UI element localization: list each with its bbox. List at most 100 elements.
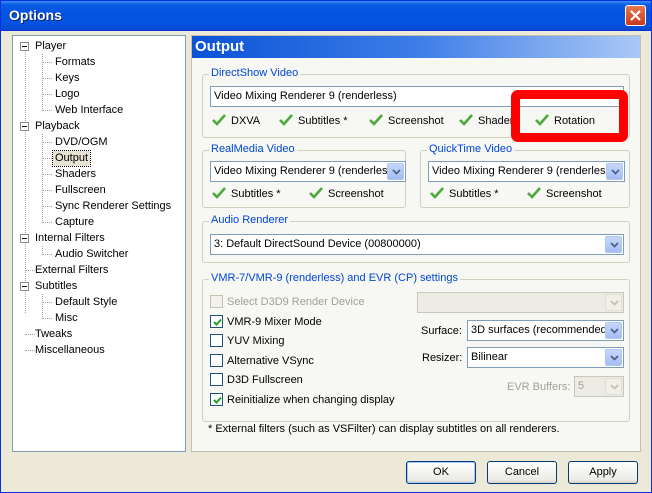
resizer-value: Bilinear (471, 351, 508, 363)
subtitles-capability: Subtitles * (278, 113, 348, 129)
collapse-icon[interactable] (20, 234, 29, 243)
dxva-capability: DXVA (211, 113, 260, 129)
tree-item-fullscreen[interactable]: Fullscreen (53, 183, 108, 198)
screenshot-label: Screenshot (388, 115, 444, 127)
tree-item-external-filters[interactable]: External Filters (33, 263, 110, 278)
d3d-fullscreen-checkbox[interactable]: D3D Fullscreen (210, 372, 303, 388)
tree-item-keys[interactable]: Keys (53, 71, 81, 86)
realmedia-subtitles-label: Subtitles * (231, 188, 281, 200)
yuv-mixing-label: YUV Mixing (227, 335, 285, 347)
yuv-mixing-checkbox[interactable]: YUV Mixing (210, 333, 284, 349)
quicktime-screenshot-capability: Screenshot (526, 186, 602, 202)
resizer-label: Resizer: (422, 352, 463, 364)
realmedia-group: RealMedia Video Video Mixing Renderer 9 … (202, 143, 406, 208)
realmedia-screenshot-label: Screenshot (328, 188, 384, 200)
quicktime-screenshot-label: Screenshot (546, 188, 602, 200)
apply-button[interactable]: Apply (568, 461, 638, 484)
cancel-button[interactable]: Cancel (487, 461, 557, 484)
reinitialize-display-checkbox[interactable]: Reinitialize when changing display (210, 392, 395, 408)
d3d-fullscreen-label: D3D Fullscreen (227, 374, 303, 386)
collapse-icon[interactable] (20, 122, 29, 131)
tree-item-misc[interactable]: Misc (53, 311, 80, 326)
tree-item-web-interface[interactable]: Web Interface (53, 103, 125, 118)
tree-item-formats[interactable]: Formats (53, 55, 97, 70)
realmedia-screenshot-capability: Screenshot (308, 186, 384, 202)
checkmark-icon (430, 187, 444, 199)
screenshot-capability: Screenshot (368, 113, 444, 129)
tree-item-logo[interactable]: Logo (53, 87, 81, 102)
checkmark-icon (309, 187, 323, 199)
tree-item-internal-filters[interactable]: Internal Filters (33, 231, 107, 246)
vmr-settings-group: VMR-7/VMR-9 (renderless) and EVR (CP) se… (202, 272, 630, 422)
audio-renderer-value: 3: Default DirectSound Device (00800000) (214, 238, 421, 250)
surface-select[interactable]: 3D surfaces (recommended) (467, 320, 624, 341)
checkmark-icon (212, 114, 226, 126)
checkmark-icon (527, 187, 541, 199)
quicktime-subtitles-label: Subtitles * (449, 188, 499, 200)
collapse-icon[interactable] (20, 42, 29, 51)
window-title: Options (9, 7, 62, 23)
alternative-vsync-checkbox[interactable]: Alternative VSync (210, 353, 314, 369)
shaders-capability: Shaders (458, 113, 518, 129)
select-d3d9-device-checkbox[interactable]: Select D3D9 Render Device (210, 294, 365, 310)
collapse-icon[interactable] (20, 282, 29, 291)
audio-renderer-group: Audio Renderer 3: Default DirectSound De… (202, 214, 630, 263)
realmedia-subtitles-capability: Subtitles * (211, 186, 281, 202)
tree-item-dvd-ogm[interactable]: DVD/OGM (53, 135, 110, 150)
subtitles-label: Subtitles * (298, 115, 348, 127)
vmr9-mixer-mode-label: VMR-9 Mixer Mode (227, 316, 322, 328)
tree-item-default-style[interactable]: Default Style (53, 295, 119, 310)
evr-buffers-value: 5 (578, 380, 585, 392)
chevron-down-icon[interactable] (605, 378, 622, 395)
tree-item-player[interactable]: Player (33, 39, 68, 54)
chevron-down-icon[interactable] (606, 163, 623, 180)
tree-item-output[interactable]: Output (51, 150, 92, 167)
quicktime-renderer-value: Video Mixing Renderer 9 (renderless) (432, 165, 615, 177)
highlight-annotation (511, 90, 628, 142)
tree-item-capture[interactable]: Capture (53, 215, 96, 230)
tree-item-miscellaneous[interactable]: Miscellaneous (33, 343, 107, 358)
options-tree: Player Formats Keys Logo Web Interface P… (12, 35, 186, 452)
ok-button[interactable]: OK (406, 461, 476, 484)
checkmark-icon (279, 114, 293, 126)
checkmark-icon (212, 187, 226, 199)
chevron-down-icon[interactable] (387, 163, 404, 180)
select-d3d9-device-label: Select D3D9 Render Device (227, 296, 365, 308)
vmr9-mixer-mode-checkbox[interactable]: VMR-9 Mixer Mode (210, 314, 322, 330)
alternative-vsync-label: Alternative VSync (227, 355, 314, 367)
quicktime-subtitles-capability: Subtitles * (429, 186, 499, 202)
surface-value: 3D surfaces (recommended) (471, 324, 611, 336)
chevron-down-icon[interactable] (605, 322, 622, 339)
tree-item-subtitles[interactable]: Subtitles (33, 279, 79, 294)
title-bar[interactable]: Options (1, 1, 651, 31)
surface-label: Surface: (421, 325, 462, 337)
tree-item-sync-renderer-settings[interactable]: Sync Renderer Settings (53, 199, 173, 214)
realmedia-renderer-select[interactable]: Video Mixing Renderer 9 (renderless) (210, 161, 406, 182)
dxva-label: DXVA (231, 115, 261, 127)
resizer-select[interactable]: Bilinear (467, 347, 624, 368)
external-filters-footnote: * External filters (such as VSFilter) ca… (208, 423, 560, 435)
chevron-down-icon[interactable] (605, 294, 622, 311)
chevron-down-icon[interactable] (605, 349, 622, 366)
quicktime-renderer-select[interactable]: Video Mixing Renderer 9 (renderless) (428, 161, 625, 182)
checkmark-icon (459, 114, 473, 126)
realmedia-label: RealMedia Video (209, 143, 297, 155)
reinitialize-display-label: Reinitialize when changing display (227, 394, 395, 406)
quicktime-label: QuickTime Video (427, 143, 515, 155)
tree-item-audio-switcher[interactable]: Audio Switcher (53, 247, 130, 262)
options-window: Options Player Formats Keys Logo Web Int… (0, 0, 652, 493)
checkmark-icon (369, 114, 383, 126)
audio-renderer-select[interactable]: 3: Default DirectSound Device (00800000) (210, 234, 624, 255)
tree-item-tweaks[interactable]: Tweaks (33, 327, 74, 342)
realmedia-renderer-value: Video Mixing Renderer 9 (renderless) (214, 165, 397, 177)
directshow-label: DirectShow Video (209, 67, 301, 79)
evr-buffers-select[interactable]: 5 (574, 376, 624, 397)
tree-item-shaders[interactable]: Shaders (53, 167, 98, 182)
evr-buffers-label: EVR Buffers: (507, 381, 571, 393)
tree-item-playback[interactable]: Playback (33, 119, 82, 134)
close-button[interactable] (625, 5, 646, 26)
vmr-settings-label: VMR-7/VMR-9 (renderless) and EVR (CP) se… (209, 272, 460, 284)
panel-title: Output (192, 36, 640, 58)
render-device-select[interactable] (417, 292, 624, 313)
chevron-down-icon[interactable] (605, 236, 622, 253)
